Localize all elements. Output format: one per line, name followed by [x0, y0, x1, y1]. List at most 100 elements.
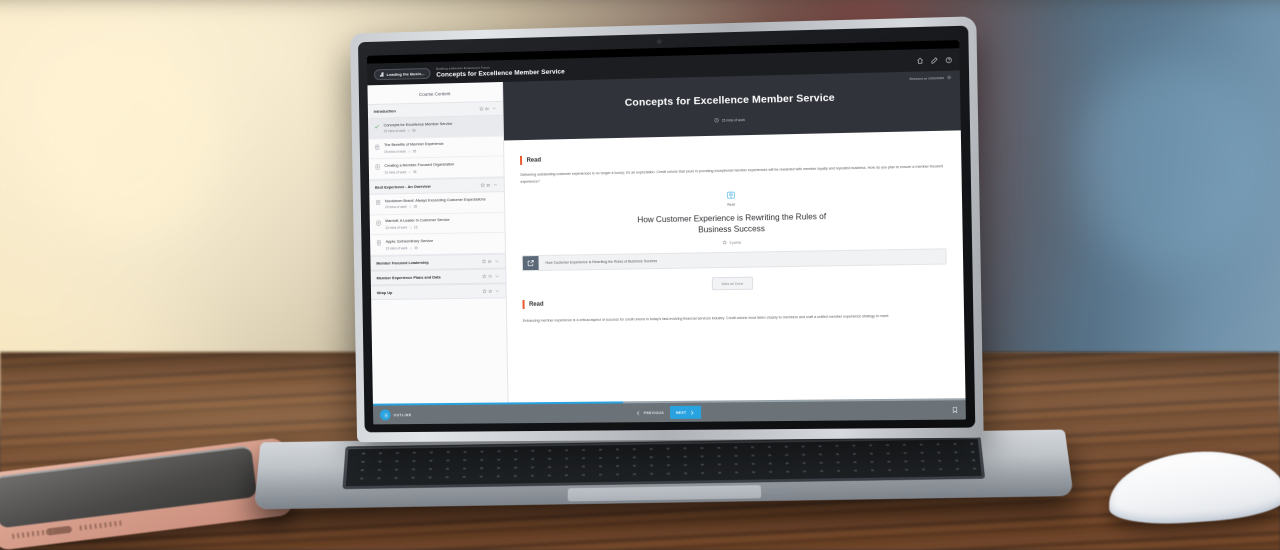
course-hero-banner: Released on 10/31/2023 Concepts for Exce…: [503, 71, 961, 141]
course-brand-chip[interactable]: Leading the Busin...: [374, 67, 431, 79]
lesson-points: 35: [414, 205, 418, 209]
sidebar-lesson-item[interactable]: The Benefits of Member Experience 15 min…: [368, 136, 503, 159]
chevron-up-icon[interactable]: [493, 182, 498, 187]
lesson-meta: 10 mins of work ☆ 15: [385, 224, 498, 230]
star-icon: ☆: [407, 129, 410, 133]
released-status: Released on 10/31/2023: [909, 75, 951, 81]
lesson-points: 35: [413, 170, 417, 174]
block-heading-label: Read: [529, 302, 544, 308]
section-points-value: 35: [488, 289, 492, 293]
course-brand-label: Leading the Busin...: [387, 71, 425, 77]
course-footer: OUTLINE PREVIOUS NEXT: [373, 398, 966, 424]
section-points: 80: [481, 259, 491, 264]
star-icon: [481, 259, 486, 264]
hero-duration: 15 mins of work: [514, 112, 951, 127]
sidebar-lesson-item[interactable]: Creating a Member-Focused Organization 1…: [369, 157, 504, 180]
course-main-content: Released on 10/31/2023 Concepts for Exce…: [503, 71, 966, 403]
star-icon: ☆: [408, 149, 411, 153]
laptop: Leading the Busin... Building a Member E…: [0, 0, 1280, 550]
document-icon: [376, 220, 382, 226]
star-icon: ☆: [408, 170, 411, 174]
read-book-icon: [726, 191, 735, 200]
section-points-value: 70: [488, 274, 492, 278]
laptop-trackpad[interactable]: [568, 485, 762, 501]
external-link-icon: [527, 259, 535, 267]
lesson-body: Concepts for Excellence Member Service 1…: [384, 120, 497, 133]
sidebar-section-wrap-up[interactable]: Wrap Up 35: [371, 283, 506, 300]
lesson-body: Marriott: A Leader in Customer Service 1…: [385, 217, 498, 230]
star-icon: ☆: [409, 205, 412, 209]
sidebar-lesson-item[interactable]: Nordstrom Brand: Always Exceeding Custom…: [369, 192, 504, 215]
breadcrumb: Building a Member Experience Focus Conce…: [436, 63, 565, 78]
outline-icon-circle: [380, 409, 391, 420]
book-icon: [380, 72, 385, 77]
sidebar-scroll-area[interactable]: Introduction 80 Concepts for Excellence …: [368, 101, 508, 404]
released-label: Released on 10/31/2023: [909, 75, 944, 80]
lesson-points: 35: [413, 149, 417, 153]
chevron-down-icon[interactable]: [495, 274, 500, 279]
outline-button[interactable]: OUTLINE: [380, 409, 412, 420]
bookmark-icon[interactable]: [951, 405, 958, 414]
sidebar-lesson-item[interactable]: Apple: Extraordinary Service 15 mins of …: [370, 233, 505, 256]
clock-icon: [714, 118, 719, 123]
lesson-navigation-group: PREVIOUS NEXT: [629, 406, 701, 420]
next-button[interactable]: NEXT: [670, 406, 701, 419]
article-title: How Customer Experience is Rewriting the…: [626, 211, 837, 237]
second-paragraph: Enhancing member experience is a critica…: [523, 313, 948, 325]
section-label: Wrap Up: [377, 289, 479, 295]
chevron-down-icon[interactable]: [494, 259, 499, 264]
read-marker-label: Read: [521, 199, 946, 211]
block-heading-label: Read: [527, 157, 542, 163]
edit-pencil-icon[interactable]: [931, 56, 938, 63]
lesson-body: Apple: Extraordinary Service 15 mins of …: [386, 238, 499, 251]
header-icon-group: [916, 56, 952, 64]
outline-button-label: OUTLINE: [393, 413, 411, 417]
read-marker: Read: [521, 187, 946, 211]
gear-icon[interactable]: [946, 75, 951, 80]
next-button-label: NEXT: [676, 410, 687, 414]
lesson-duration: 20 mins of work: [385, 205, 407, 209]
home-icon[interactable]: [916, 57, 923, 64]
document-icon: [374, 144, 380, 150]
help-circle-icon[interactable]: [945, 56, 952, 63]
lesson-body: Creating a Member-Focused Organization 1…: [384, 161, 497, 174]
star-icon: ☆: [409, 246, 412, 250]
accent-bar: [520, 156, 522, 165]
star-icon: [482, 289, 487, 294]
sidebar-lesson-item[interactable]: Marriott: A Leader in Customer Service 1…: [370, 213, 505, 236]
lesson-points: 35: [414, 246, 418, 250]
mark-as-done-button[interactable]: Mark as Done: [711, 277, 753, 291]
section-label: Introduction: [374, 106, 476, 113]
section-points-value: 80: [485, 107, 489, 111]
webcam-icon: [656, 39, 661, 44]
laptop-keyboard[interactable]: [342, 436, 985, 489]
lesson-content: Read Delivering outstanding customer exp…: [504, 130, 966, 402]
lesson-duration: 10 mins of work: [384, 170, 406, 174]
header-spacer: [571, 61, 911, 70]
section-points-value: 80: [488, 259, 492, 263]
section-label: Member Experience Plans and Data: [377, 274, 479, 281]
chevron-down-icon[interactable]: [495, 289, 500, 294]
lesson-duration: 10 mins of work: [385, 226, 407, 230]
laptop-lid: Leading the Busin... Building a Member E…: [350, 16, 984, 442]
document-icon: [375, 200, 381, 206]
accent-bar: [523, 300, 525, 309]
section-points-value: 85: [487, 183, 491, 187]
hero-duration-label: 15 mins of work: [722, 118, 745, 123]
check-icon: [374, 124, 380, 130]
lesson-duration: 15 mins of work: [386, 246, 408, 250]
footer-bar: OUTLINE PREVIOUS NEXT: [373, 400, 966, 424]
lesson-points: 15: [414, 225, 418, 229]
previous-button[interactable]: PREVIOUS: [629, 406, 670, 419]
link-card-icon-box: [523, 256, 539, 270]
chevron-left-icon: [635, 410, 641, 416]
article-link-card[interactable]: How Customer Experience is Rewriting the…: [522, 249, 947, 272]
intro-paragraph: Delivering outstanding customer experien…: [520, 163, 945, 185]
lesson-meta: 20 mins of work ☆ 35: [385, 203, 498, 209]
laptop-screen: Leading the Busin... Building a Member E…: [367, 40, 966, 424]
chevron-up-icon[interactable]: [492, 106, 497, 111]
keyboard-keys: [346, 439, 982, 486]
star-icon: [482, 274, 487, 279]
article-points: 3 points: [522, 237, 947, 249]
app-body: Course Content Introduction 80 Concepts …: [367, 71, 965, 404]
